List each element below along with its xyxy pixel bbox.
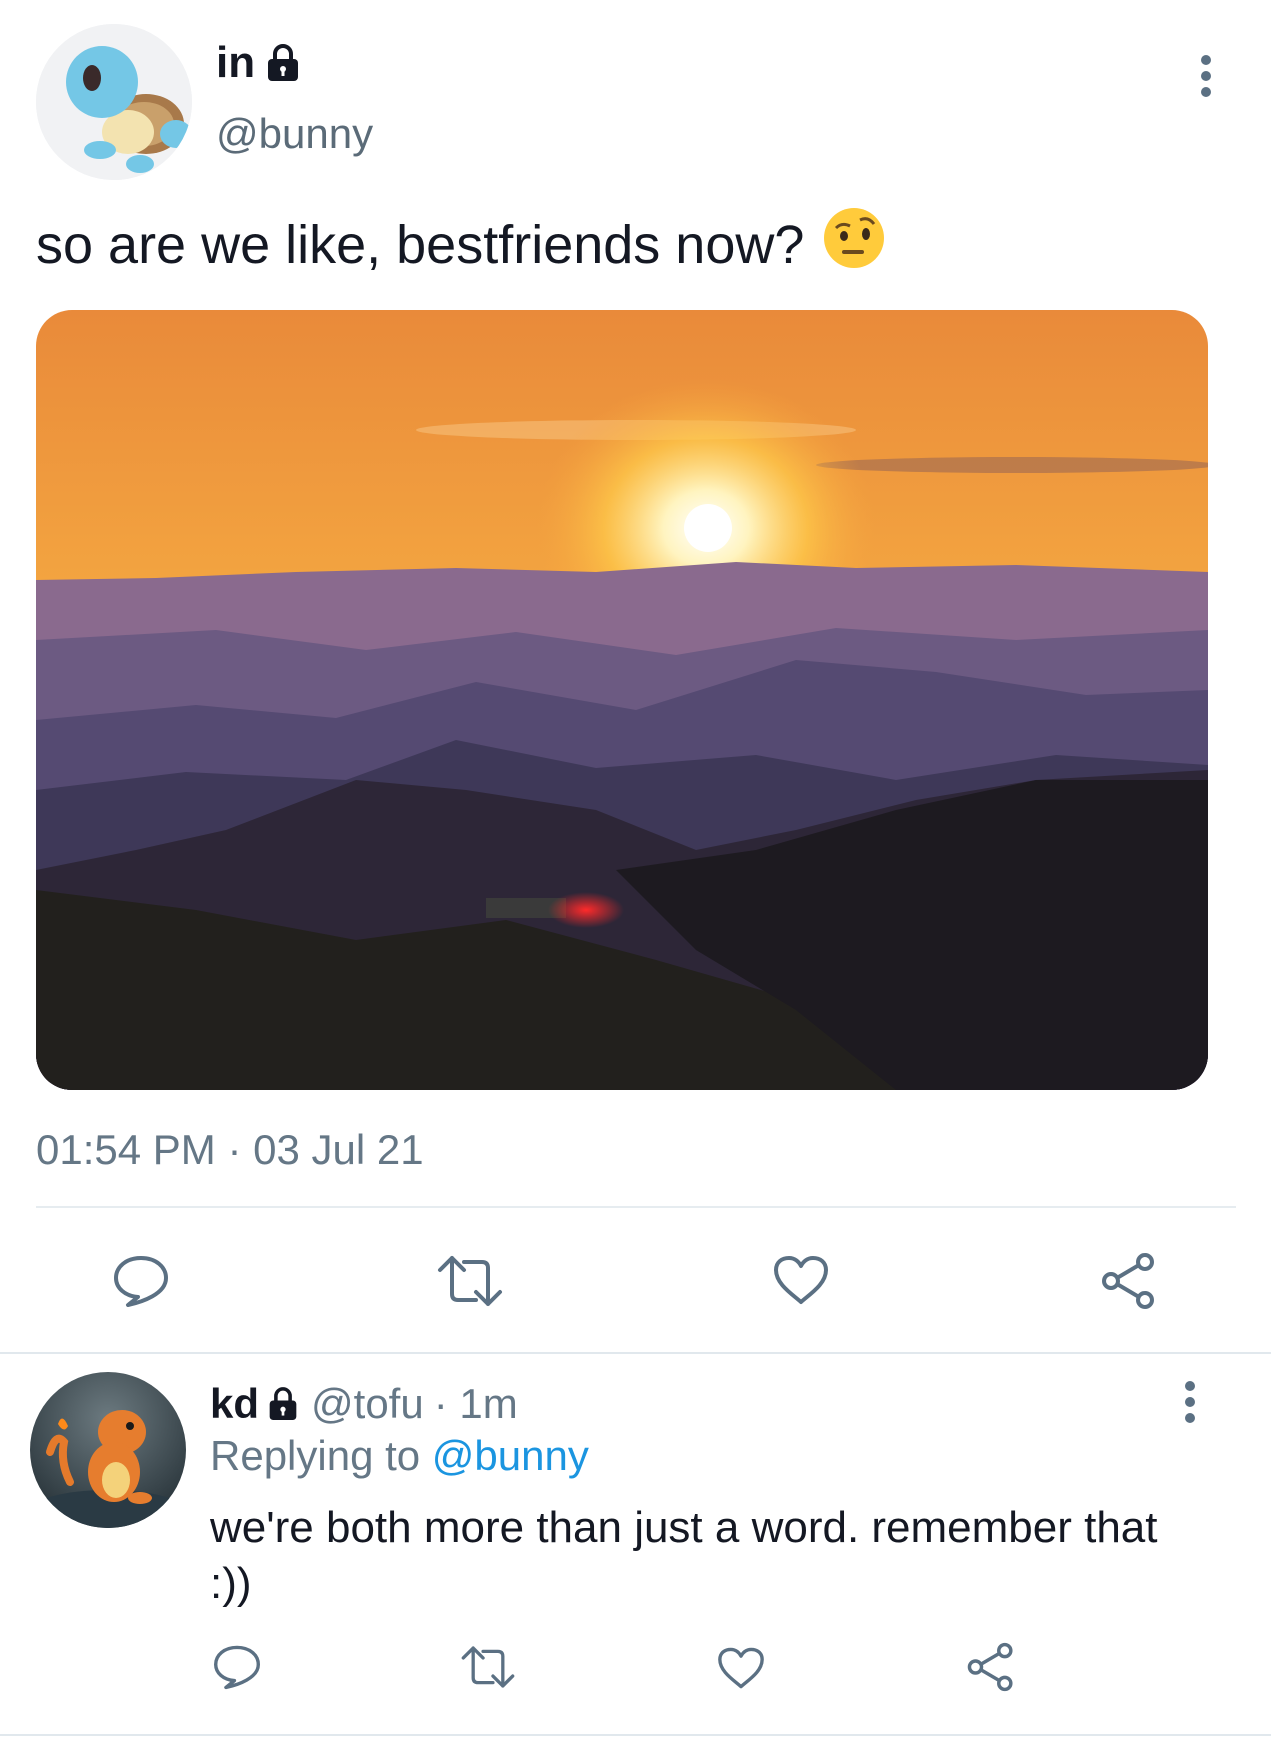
retweet-icon[interactable] xyxy=(436,1254,504,1308)
like-icon[interactable] xyxy=(716,1646,766,1690)
divider xyxy=(0,1734,1271,1736)
reply-time: · 1m xyxy=(433,1380,518,1427)
display-name[interactable]: in xyxy=(216,38,255,88)
divider xyxy=(0,1352,1271,1354)
tweet-text: so are we like, bestfriends now? xyxy=(36,214,805,275)
lock-icon xyxy=(267,1386,299,1422)
reply-handle[interactable]: @tofu xyxy=(311,1380,424,1428)
avatar-tofu[interactable] xyxy=(30,1372,186,1528)
charmander-avatar-image xyxy=(30,1372,186,1528)
reply-icon[interactable] xyxy=(112,1254,170,1308)
more-options-icon[interactable] xyxy=(1196,54,1216,98)
share-icon[interactable] xyxy=(966,1642,1016,1692)
avatar-bunny[interactable] xyxy=(36,24,192,180)
reply-display-name[interactable]: kd xyxy=(210,1380,259,1428)
reply-text: we're both more than just a word. rememb… xyxy=(210,1503,1158,1608)
share-icon[interactable] xyxy=(1100,1252,1158,1310)
tweet-timestamp: 01:54 PM · 03 Jul 21 xyxy=(36,1126,424,1173)
more-options-icon[interactable] xyxy=(1180,1380,1200,1424)
tweet-image-sunset[interactable] xyxy=(36,310,1208,1090)
raised-eyebrow-emoji xyxy=(822,206,886,283)
replying-to-label: Replying to xyxy=(210,1432,421,1479)
replying-to-handle[interactable]: @bunny xyxy=(432,1432,589,1479)
retweet-icon[interactable] xyxy=(460,1644,516,1690)
reply-icon[interactable] xyxy=(212,1644,262,1690)
handle[interactable]: @bunny xyxy=(216,110,373,158)
lock-icon xyxy=(265,43,301,83)
squirtle-avatar-image xyxy=(36,24,192,180)
like-icon[interactable] xyxy=(772,1254,830,1306)
divider xyxy=(36,1206,1236,1208)
